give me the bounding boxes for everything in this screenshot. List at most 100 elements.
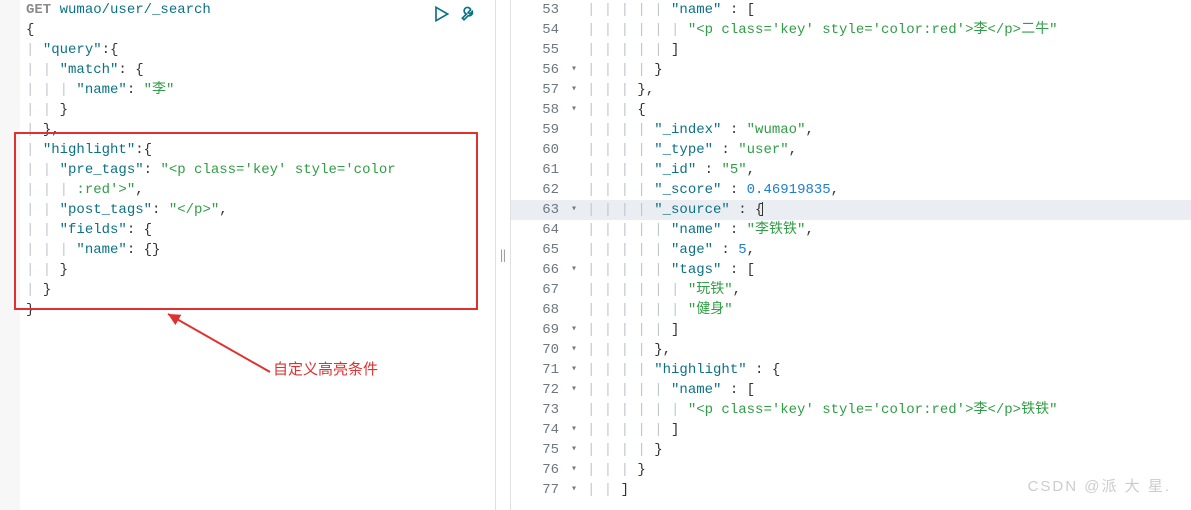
code-line[interactable]: | | | | "_type" : "user", — [581, 140, 1191, 160]
code-line[interactable]: | | | | "_source" : { — [581, 200, 1191, 220]
line-number: 62 — [511, 180, 567, 200]
code-line[interactable]: | | | | | "age" : 5, — [581, 240, 1191, 260]
fold-marker[interactable]: ▾ — [567, 440, 581, 460]
code-token: , — [789, 142, 797, 158]
fold-marker[interactable]: ▾ — [567, 320, 581, 340]
request-line[interactable]: GET wumao/user/_search — [20, 0, 495, 20]
code-line[interactable]: | | "fields": { — [20, 220, 495, 240]
line-number: 59 — [511, 120, 567, 140]
code-line[interactable]: } — [20, 300, 495, 320]
code-line[interactable]: | | | "name": {} — [20, 240, 495, 260]
fold-marker[interactable]: ▾ — [567, 420, 581, 440]
code-token: : — [144, 162, 161, 178]
code-line[interactable]: | | | | | | "<p class='key' style='color… — [581, 20, 1191, 40]
code-line[interactable]: | | | | | "name" : [ — [581, 380, 1191, 400]
code-token: } — [654, 62, 662, 78]
fold-marker[interactable]: ▾ — [567, 460, 581, 480]
run-icon[interactable] — [431, 4, 451, 24]
code-line[interactable]: | | | | "highlight" : { — [581, 360, 1191, 380]
code-line[interactable]: | | | | | ] — [581, 420, 1191, 440]
code-token: : — [721, 222, 746, 238]
line-number: 70 — [511, 340, 567, 360]
fold-marker — [567, 280, 581, 300]
code-line[interactable]: | | | | "_score" : 0.46919835, — [581, 180, 1191, 200]
fold-marker[interactable]: ▾ — [567, 360, 581, 380]
code-token: "玩铁" — [688, 282, 733, 298]
code-token: : { — [747, 362, 781, 378]
code-line[interactable]: | | | | | | "<p class='key' style='color… — [581, 400, 1191, 420]
code-line[interactable]: | | "post_tags": "</p>", — [20, 200, 495, 220]
editor-container: GET wumao/user/_search { | "query":{| | "m… — [0, 0, 1191, 510]
code-token: "name" — [76, 242, 126, 258]
fold-marker[interactable]: ▾ — [567, 340, 581, 360]
line-number: 71 — [511, 360, 567, 380]
line-number: 64 — [511, 220, 567, 240]
code-line[interactable]: | "highlight":{ — [20, 140, 495, 160]
code-line[interactable]: | "query":{ — [20, 40, 495, 60]
code-token: : — [721, 122, 746, 138]
code-line[interactable]: | | | | }, — [581, 340, 1191, 360]
fold-marker[interactable]: ▾ — [567, 60, 581, 80]
fold-marker — [567, 40, 581, 60]
fold-marker — [567, 120, 581, 140]
line-number: 61 — [511, 160, 567, 180]
code-line[interactable]: | }, — [20, 120, 495, 140]
code-line[interactable]: | | | :red'>", — [20, 180, 495, 200]
code-token: "highlight" — [654, 362, 746, 378]
divider-handle-icon[interactable]: ‖ — [499, 248, 506, 263]
panel-divider[interactable]: ‖ — [495, 0, 511, 510]
code-line[interactable]: | | | | "_index" : "wumao", — [581, 120, 1191, 140]
code-line[interactable]: | | | | | ] — [581, 320, 1191, 340]
code-token: } — [637, 462, 645, 478]
code-token: : — [696, 162, 721, 178]
code-token: } — [60, 102, 68, 118]
fold-marker[interactable]: ▾ — [567, 200, 581, 220]
fold-marker[interactable]: ▾ — [567, 260, 581, 280]
code-token: }, — [654, 342, 671, 358]
code-token: "<p class='key' style='color:red'>李</p>二… — [688, 22, 1058, 38]
line-number: 73 — [511, 400, 567, 420]
request-panel[interactable]: GET wumao/user/_search { | "query":{| | "m… — [0, 0, 495, 510]
code-line[interactable]: | | "pre_tags": "<p class='key' style='c… — [20, 160, 495, 180]
request-code[interactable]: GET wumao/user/_search { | "query":{| | "m… — [20, 0, 495, 320]
code-line[interactable]: | | | | | ] — [581, 40, 1191, 60]
fold-marker[interactable]: ▾ — [567, 80, 581, 100]
fold-column[interactable]: ▾▾▾▾▾▾▾▾▾▾▾▾▾ — [567, 0, 581, 510]
code-token: : — [713, 242, 738, 258]
code-line[interactable]: | | | | "_id" : "5", — [581, 160, 1191, 180]
response-panel[interactable]: 5354555657585960616263646566676869707172… — [511, 0, 1191, 510]
line-number: 54 — [511, 20, 567, 40]
text-cursor — [762, 202, 763, 216]
code-line[interactable]: | | "match": { — [20, 60, 495, 80]
code-line[interactable]: { — [20, 20, 495, 40]
code-token: : {} — [127, 242, 161, 258]
code-token: "李铁铁" — [747, 222, 806, 238]
code-token: { — [26, 22, 34, 38]
code-line[interactable]: | | | | | | "健身" — [581, 300, 1191, 320]
code-line[interactable]: | | | | | | "玩铁", — [581, 280, 1191, 300]
code-token: : [ — [721, 2, 755, 18]
response-code[interactable]: | | | | | "name" : [| | | | | | "<p clas… — [581, 0, 1191, 500]
code-line[interactable]: | | | { — [581, 100, 1191, 120]
fold-marker — [567, 140, 581, 160]
request-actions — [431, 4, 479, 24]
code-line[interactable]: | | | | | "tags" : [ — [581, 260, 1191, 280]
code-token: : [ — [721, 382, 755, 398]
code-line[interactable]: | | | | } — [581, 440, 1191, 460]
code-line[interactable]: | } — [20, 280, 495, 300]
code-line[interactable]: | | } — [20, 260, 495, 280]
code-token: "<p class='key' style='color — [160, 162, 395, 178]
fold-marker[interactable]: ▾ — [567, 100, 581, 120]
fold-marker[interactable]: ▾ — [567, 380, 581, 400]
code-line[interactable]: | | | | | "name" : [ — [581, 0, 1191, 20]
code-token: : { — [127, 222, 152, 238]
fold-marker[interactable]: ▾ — [567, 480, 581, 500]
code-line[interactable]: | | | | } — [581, 60, 1191, 80]
code-line[interactable]: | | } — [20, 100, 495, 120]
code-token: : [ — [721, 262, 755, 278]
code-line[interactable]: | | | "name": "李" — [20, 80, 495, 100]
code-token: "_score" — [654, 182, 721, 198]
code-line[interactable]: | | | }, — [581, 80, 1191, 100]
code-line[interactable]: | | | | | "name" : "李铁铁", — [581, 220, 1191, 240]
wrench-icon[interactable] — [459, 4, 479, 24]
